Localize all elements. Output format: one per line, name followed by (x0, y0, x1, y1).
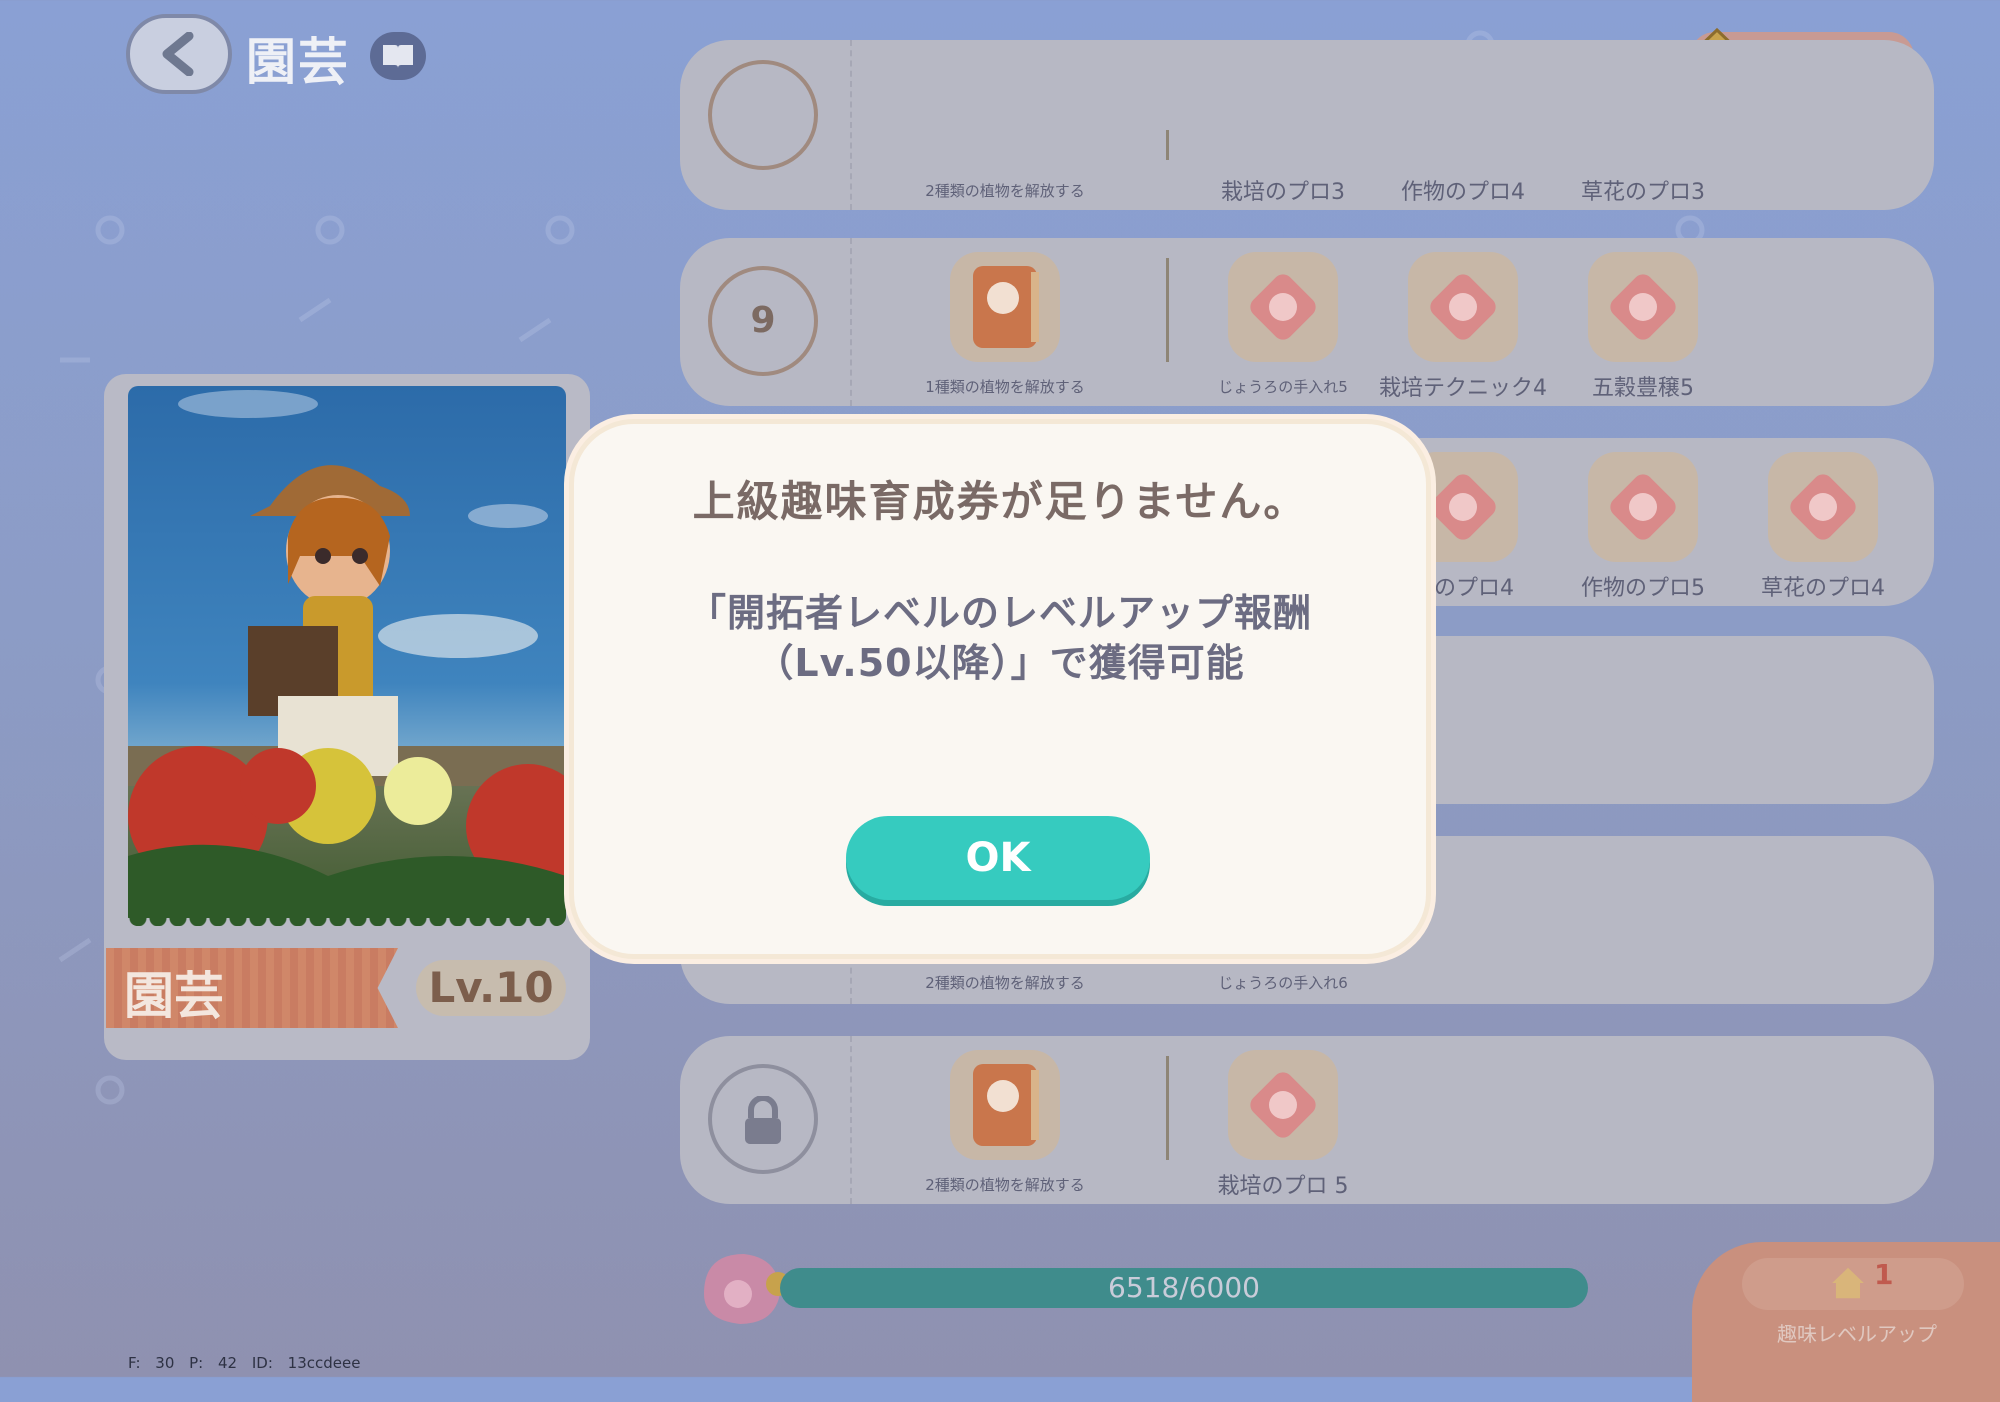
reward-label: 栽培のプロ3 (1221, 180, 1345, 205)
row-level-circle: 9 (708, 266, 818, 376)
level-badge: Lv.10 (416, 960, 566, 1016)
watering-can-icon (1408, 252, 1518, 362)
unlock-label: 2種類の植物を解放する (925, 1176, 1085, 1194)
reward-item[interactable]: 栽培テクニック4 (1373, 252, 1553, 402)
unlock-item[interactable]: 2種類の植物を解放する (915, 180, 1095, 201)
guide-book-icon[interactable] (370, 32, 426, 80)
reward-label: 作物のプロ4 (1401, 180, 1525, 205)
reward-label: 作物のプロ5 (1581, 576, 1705, 601)
row-separator (1166, 1056, 1169, 1160)
xp-progress-text: 6518/6000 (1108, 1271, 1260, 1304)
reward-label: 栽培テクニック4 (1379, 376, 1547, 401)
unlock-label: 2種類の植物を解放する (925, 974, 1085, 992)
dialog-message-line1: 「開拓者レベルのレベルアップ報酬 (687, 591, 1312, 635)
xp-progress-bar: 6518/6000 (780, 1268, 1588, 1308)
reward-label: 五穀豊穣5 (1592, 376, 1694, 401)
dialog-message: 「開拓者レベルのレベルアップ報酬 （Lv.50以降）」で獲得可能 (614, 588, 1386, 688)
reward-label: 栽培のプロ 5 (1217, 1174, 1349, 1199)
house-heart-icon (1832, 1267, 1864, 1299)
shell-flower-icon (704, 1254, 790, 1324)
watering-can-icon (1768, 452, 1878, 562)
insufficient-ticket-dialog: 上級趣味育成券が足りません。 「開拓者レベルのレベルアップ報酬 （Lv.50以降… (574, 424, 1426, 954)
watering-can-icon (1228, 1050, 1338, 1160)
character-name: 園芸 (124, 967, 224, 1025)
unlock-label: 1種類の植物を解放する (925, 378, 1085, 396)
reward-item[interactable]: 作物のプロ4 (1373, 174, 1553, 206)
row-level-circle (708, 60, 818, 170)
unlock-item[interactable]: 2種類の植物を解放する (915, 972, 1095, 993)
reward-row: 9 1種類の植物を解放する じょうろの手入れ5 栽培テクニック4 五穀豊穣5 (680, 238, 1934, 406)
reward-item[interactable]: 栽培のプロ3 (1193, 174, 1373, 206)
reward-label: 草花のプロ3 (1581, 180, 1705, 205)
unlock-label: 2種類の植物を解放する (925, 182, 1085, 200)
levelup-count: 1 (1874, 1258, 1894, 1291)
unlock-item[interactable]: 1種類の植物を解放する (915, 252, 1095, 397)
watering-can-icon (1228, 252, 1338, 362)
reward-label: 草花のプロ4 (1761, 576, 1885, 601)
reward-row: 2種類の植物を解放する 栽培のプロ 5 (680, 1036, 1934, 1204)
row-divider (850, 40, 852, 210)
character-image (128, 386, 566, 926)
watering-can-icon (1588, 252, 1698, 362)
row-divider (850, 238, 852, 406)
reward-row: 2種類の植物を解放する 栽培のプロ3 作物のプロ4 草花のプロ3 (680, 40, 1934, 210)
dialog-title: 上級趣味育成券が足りません。 (692, 477, 1308, 526)
reward-item[interactable]: 五穀豊穣5 (1553, 252, 1733, 402)
hobby-level-up-button[interactable]: 1 趣味レベルアップ (1692, 1242, 2000, 1402)
reward-item[interactable]: じょうろの手入れ5 (1193, 252, 1373, 397)
reward-label: じょうろの手入れ6 (1218, 974, 1348, 992)
reward-item[interactable]: 栽培のプロ 5 (1193, 1050, 1373, 1200)
row-separator (1166, 258, 1169, 362)
unlock-item[interactable]: 2種類の植物を解放する (915, 1050, 1095, 1195)
chevron-left-icon (162, 32, 194, 76)
dialog-message-line2: （Lv.50以降）」で獲得可能 (755, 641, 1245, 685)
row-separator (1166, 130, 1169, 160)
reward-label: じょうろの手入れ5 (1218, 378, 1348, 396)
plant-book-icon (950, 252, 1060, 362)
reward-item[interactable]: 作物のプロ5 (1553, 452, 1733, 602)
reward-item[interactable]: じょうろの手入れ6 (1193, 972, 1373, 993)
row-divider (850, 1036, 852, 1204)
lock-icon (745, 1095, 781, 1144)
watering-can-icon (1588, 452, 1698, 562)
levelup-label: 趣味レベルアップ (1777, 1322, 1937, 1346)
back-button[interactable] (126, 14, 232, 94)
photo-edge (128, 918, 566, 934)
page-title: 園芸 (246, 33, 350, 91)
ok-button[interactable]: OK (846, 816, 1150, 900)
book-icon (383, 45, 413, 68)
plant-book-icon (950, 1050, 1060, 1160)
reward-item[interactable]: 草花のプロ4 (1733, 452, 1913, 602)
reward-item[interactable]: 草花のプロ3 (1553, 174, 1733, 206)
row-level-circle (708, 1064, 818, 1174)
debug-info: F: 30 P: 42 ID: 13ccdeee (128, 1354, 361, 1372)
